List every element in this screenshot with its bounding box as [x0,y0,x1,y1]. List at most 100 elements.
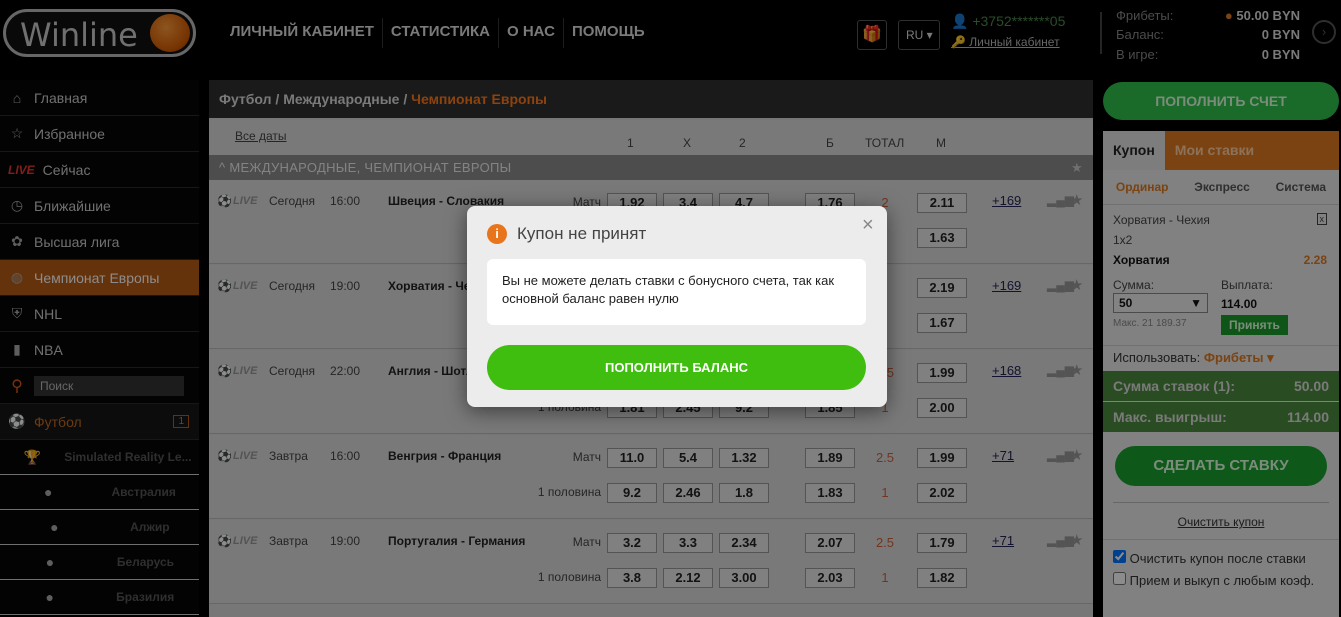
odds-button-m[interactable]: 1.99 [917,363,967,383]
sum-value: 50 [1119,296,1133,310]
odds-button-o1[interactable]: 3.8 [607,568,657,588]
ingame-label: В игре: [1116,47,1159,62]
odds-button-m[interactable]: 1.82 [917,568,967,588]
nav-help[interactable]: ПОМОЩЬ [564,18,653,48]
odds-button-o2[interactable]: 3.00 [719,568,769,588]
odds-button-x[interactable]: 5.4 [663,448,713,468]
use-row: Использовать: Фрибеты ▾ [1103,345,1339,371]
topup-balance-button[interactable]: ПОПОЛНИТЬ БАЛАНС [487,345,866,390]
odds-button-b[interactable]: 2.03 [805,568,855,588]
dialog-message: Вы не можете делать ставки с бонусного с… [487,259,866,325]
more-markets-link[interactable]: +169 [992,278,1021,293]
odds-button-m[interactable]: 2.19 [917,278,967,298]
gift-icon[interactable]: 🎁 [857,20,887,50]
odds-button-m[interactable]: 2.11 [917,193,967,213]
odds-button-o2[interactable]: 1.32 [719,448,769,468]
topup-account-button[interactable]: ПОПОЛНИТЬ СЧЕТ [1103,82,1339,120]
favorite-star-icon[interactable]: ★ [1070,361,1083,379]
phone-text: +3752*******05 [972,13,1066,29]
sidebar-league[interactable]: ● Алжир [0,510,199,545]
breadcrumb-football[interactable]: Футбол [219,91,272,107]
star-icon[interactable]: ★ [1071,160,1083,176]
freebets-label: Фрибеты: [1116,8,1174,23]
sidebar-item[interactable]: ⌂ Главная [0,80,199,116]
event-teams[interactable]: Венгрия - Франция [388,449,501,463]
odds-button-m[interactable]: 2.00 [917,398,967,418]
odds-button-b[interactable]: 2.07 [805,533,855,553]
odds-button-x[interactable]: 2.12 [663,568,713,588]
total-stakes-value: 50.00 [1293,378,1329,394]
odds-button-m[interactable]: 1.99 [917,448,967,468]
sidebar-sport-football[interactable]: ⚽ Футбол 1 [0,404,199,440]
search-input[interactable] [34,375,184,396]
odds-button-m[interactable]: 1.63 [917,228,967,248]
sidebar-league[interactable]: ● Бразилия [0,580,199,615]
more-markets-link[interactable]: +168 [992,363,1021,378]
more-markets-link[interactable]: +71 [992,448,1014,463]
all-dates-link[interactable]: Все даты [235,129,287,143]
place-bet-button[interactable]: СДЕЛАТЬ СТАВКУ [1115,446,1327,486]
sport-count: 1 [173,415,189,428]
sidebar-league[interactable]: ● Беларусь [0,545,199,580]
nav-about[interactable]: О НАС [499,18,564,48]
favorite-star-icon[interactable]: ★ [1070,191,1083,209]
chevron-right-icon[interactable]: › [1312,20,1336,44]
clear-after-checkbox[interactable] [1113,550,1126,563]
tab-my-bets[interactable]: Мои ставки [1165,131,1264,170]
odds-button-x[interactable]: 2.46 [663,483,713,503]
language-select[interactable]: RU ▾ [898,20,940,50]
favorite-star-icon[interactable]: ★ [1070,531,1083,549]
odds-button-o2[interactable]: 2.34 [719,533,769,553]
favorite-star-icon[interactable]: ★ [1070,276,1083,294]
sidebar-league[interactable]: ● Австралия [0,475,199,510]
more-markets-link[interactable]: +169 [992,193,1021,208]
sidebar-league[interactable]: 🏆 Simulated Reality Le... [0,440,199,475]
event-teams[interactable]: Португалия - Германия [388,534,525,548]
event-day: Завтра [269,449,308,463]
winline-logo[interactable]: Winline [3,9,196,57]
odds-button-o2[interactable]: 1.8 [719,483,769,503]
option-clear-after[interactable]: Очистить купон после ставки [1113,548,1329,570]
tab-coupon[interactable]: Купон [1103,131,1165,170]
odds-button-o1[interactable]: 9.2 [607,483,657,503]
breadcrumb-international[interactable]: Международные [283,91,399,107]
remove-bet-icon[interactable]: x [1316,213,1327,225]
tab-system[interactable]: Система [1276,170,1327,204]
bet-odds: 2.28 [1303,253,1327,267]
live-icon: LIVE [8,162,35,177]
sidebar-item[interactable]: ⛨ NHL [0,296,199,332]
caret-down-icon: ▼ [1190,296,1202,310]
option-any-odds[interactable]: Прием и выкуп с любым коэф. [1113,570,1329,592]
odds-button-m[interactable]: 2.02 [917,483,967,503]
nav-cabinet[interactable]: ЛИЧНЫЙ КАБИНЕТ [222,18,383,48]
line-label: Матч [572,450,601,464]
accept-button[interactable]: Принять [1221,315,1288,335]
more-markets-link[interactable]: +71 [992,533,1014,548]
favorite-star-icon[interactable]: ★ [1070,446,1083,464]
use-select[interactable]: Фрибеты ▾ [1204,350,1274,365]
any-odds-checkbox[interactable] [1113,572,1126,585]
nav-statistics[interactable]: СТАТИСТИКА [383,18,499,48]
sidebar-item[interactable]: ▮ NBA [0,332,199,368]
cabinet-link[interactable]: 🔑 Личный кабинет [951,35,1060,49]
odds-button-b[interactable]: 1.83 [805,483,855,503]
sidebar-item[interactable]: ✿ Высшая лига [0,224,199,260]
close-icon[interactable]: × [862,214,874,237]
sidebar-item[interactable]: LIVE Сейчас [0,152,199,188]
search-icon: ⚲ [11,377,23,395]
sidebar-item[interactable]: ☆ Избранное [0,116,199,152]
sidebar-item[interactable]: ◷ Ближайшие [0,188,199,224]
odds-button-o1[interactable]: 11.0 [607,448,657,468]
odds-button-x[interactable]: 3.3 [663,533,713,553]
soccer-icon: ⚽ [217,449,232,463]
sum-select[interactable]: 50 ▼ [1113,293,1208,313]
sidebar-item[interactable]: ◍ Чемпионат Европы [0,260,199,296]
tab-single[interactable]: Ординар [1116,170,1169,204]
odds-button-o1[interactable]: 3.2 [607,533,657,553]
tab-express[interactable]: Экспресс [1194,170,1250,204]
odds-button-m[interactable]: 1.67 [917,313,967,333]
odds-button-b[interactable]: 1.89 [805,448,855,468]
odds-button-m[interactable]: 1.79 [917,533,967,553]
clear-coupon-link[interactable]: Очистить купон [1113,502,1329,529]
group-header[interactable]: ^ МЕЖДУНАРОДНЫЕ, ЧЕМПИОНАТ ЕВРОПЫ ★ [209,155,1093,180]
